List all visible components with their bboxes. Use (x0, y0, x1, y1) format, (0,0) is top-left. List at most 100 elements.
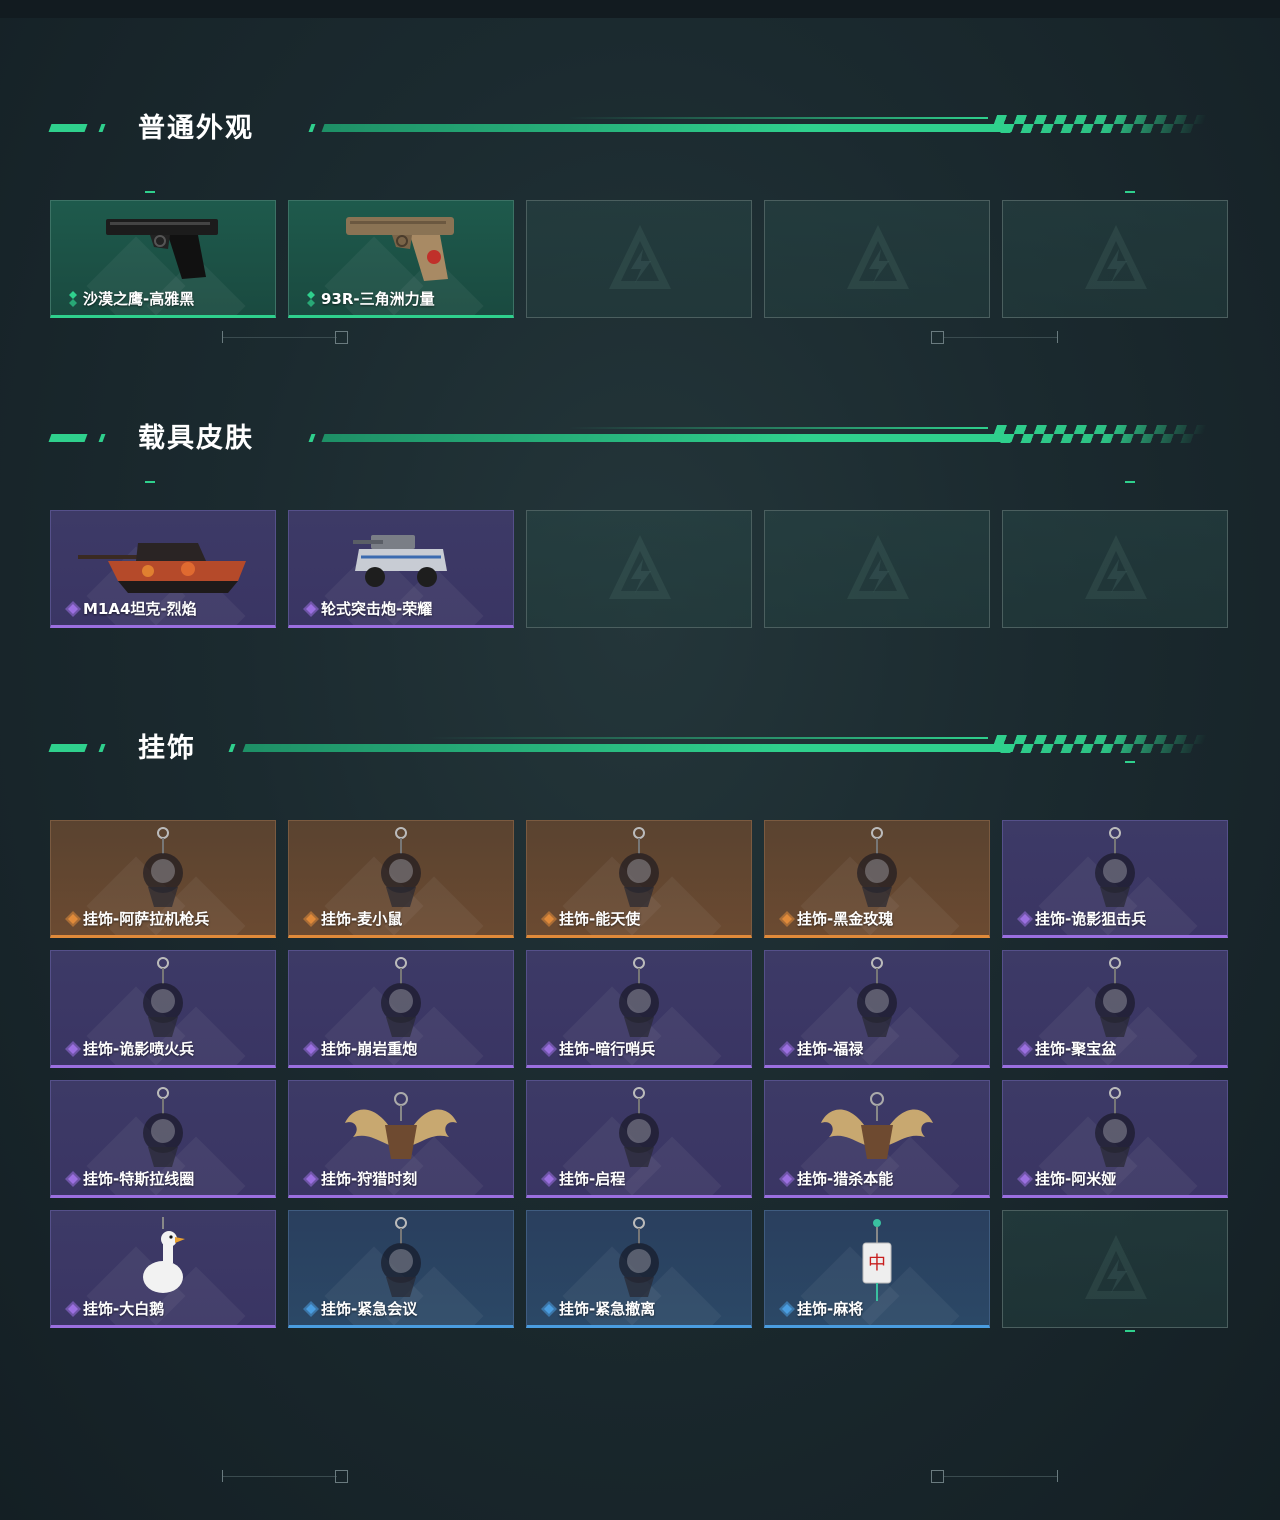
rarity-purple-icon (1017, 911, 1033, 927)
charm-icon (381, 957, 421, 1037)
pistol-icon (346, 217, 454, 281)
rarity-purple-icon (303, 601, 319, 617)
item-label: 挂饰-狩猎时刻 (321, 1170, 418, 1188)
item-label: 轮式突击炮-荣耀 (321, 600, 433, 618)
item-card[interactable]: 挂饰-紧急撤离 (526, 1210, 752, 1328)
deco-line (222, 337, 337, 338)
svg-text:中: 中 (868, 1253, 886, 1274)
deco-dash (145, 191, 155, 193)
item-card[interactable]: 挂饰-诡影狙击兵 (1002, 820, 1228, 938)
item-card[interactable]: 挂饰-狩猎时刻 (288, 1080, 514, 1198)
charm-icon (143, 1087, 183, 1167)
empty-slot[interactable] (1002, 1210, 1228, 1328)
item-label: 挂饰-紧急撤离 (559, 1300, 656, 1318)
item-card[interactable]: 沙漠之鹰-高雅黑 (50, 200, 276, 318)
empty-slot[interactable] (1002, 200, 1228, 318)
charm-icon (143, 957, 183, 1037)
section-title: 载具皮肤 (138, 423, 254, 454)
item-card[interactable]: 挂饰-黑金玫瑰 (764, 820, 990, 938)
item-card[interactable]: 93R-三角洲力量 (288, 200, 514, 318)
rarity-green-icon (69, 291, 77, 307)
deco-dash (1125, 481, 1135, 483)
item-card[interactable]: 挂饰-麦小鼠 (288, 820, 514, 938)
deco-square (931, 1470, 944, 1483)
delta-logo-icon (609, 225, 671, 289)
header-thin-line (568, 117, 988, 119)
item-card[interactable]: 中挂饰-麻将 (764, 1210, 990, 1328)
deco-square (335, 1470, 348, 1483)
item-label: 挂饰-阿米娅 (1035, 1170, 1117, 1188)
rarity-blue-icon (779, 1301, 795, 1317)
delta-logo-icon (1085, 535, 1147, 599)
charm-icon (619, 1217, 659, 1297)
header-checker (988, 735, 1208, 757)
delta-logo-icon (847, 225, 909, 289)
header-line (321, 434, 1015, 442)
item-label: 93R-三角洲力量 (321, 290, 435, 308)
item-card[interactable]: 挂饰-阿米娅 (1002, 1080, 1228, 1198)
item-card[interactable]: 挂饰-大白鹅 (50, 1210, 276, 1328)
item-card[interactable]: 挂饰-猎杀本能 (764, 1080, 990, 1198)
charm-icon (619, 827, 659, 907)
top-bar (0, 0, 1280, 18)
delta-logo-icon (1085, 1235, 1147, 1299)
empty-slot[interactable] (764, 200, 990, 318)
deco-dash (1125, 1330, 1135, 1332)
empty-slot[interactable] (764, 510, 990, 628)
empty-slot[interactable] (1002, 510, 1228, 628)
empty-slot[interactable] (526, 200, 752, 318)
rarity-orange-icon (779, 911, 795, 927)
item-card[interactable]: 挂饰-崩岩重炮 (288, 950, 514, 1068)
deco-line (222, 1476, 337, 1477)
header-accent-bar (98, 744, 106, 752)
deco-dash (145, 481, 155, 483)
section-header-1: 普通外观 (48, 112, 1208, 146)
item-card[interactable]: 挂饰-福禄 (764, 950, 990, 1068)
rarity-purple-icon (1017, 1041, 1033, 1057)
header-accent-bar (308, 434, 316, 442)
delta-logo-icon (609, 535, 671, 599)
item-label: 挂饰-能天使 (559, 910, 641, 928)
item-card[interactable]: 挂饰-紧急会议 (288, 1210, 514, 1328)
rarity-purple-icon (303, 1171, 319, 1187)
rarity-purple-icon (779, 1041, 795, 1057)
item-card[interactable]: 轮式突击炮-荣耀 (288, 510, 514, 628)
deco-tick (222, 331, 223, 343)
header-line (321, 124, 1015, 132)
item-label: 挂饰-诡影狙击兵 (1035, 910, 1147, 928)
header-accent-bar (308, 124, 316, 132)
item-card[interactable]: 挂饰-能天使 (526, 820, 752, 938)
charm-icon (619, 1087, 659, 1167)
item-label: 挂饰-聚宝盆 (1035, 1040, 1117, 1058)
rarity-orange-icon (303, 911, 319, 927)
rarity-purple-icon (541, 1041, 557, 1057)
charm-icon (619, 957, 659, 1037)
charm-icon (381, 1217, 421, 1297)
header-line (242, 744, 1016, 752)
item-label: 挂饰-阿萨拉机枪兵 (83, 910, 210, 928)
item-label: 挂饰-特斯拉线圈 (83, 1170, 195, 1188)
rarity-blue-icon (303, 1301, 319, 1317)
antler-charm-icon (821, 1092, 933, 1159)
charm-icon (1095, 957, 1135, 1037)
item-label: 挂饰-大白鹅 (83, 1300, 165, 1318)
empty-slot[interactable] (526, 510, 752, 628)
item-card[interactable]: 挂饰-聚宝盆 (1002, 950, 1228, 1068)
item-card[interactable]: 挂饰-诡影喷火兵 (50, 950, 276, 1068)
header-accent-bar (98, 124, 106, 132)
header-checker (988, 425, 1208, 447)
pistol-icon (106, 219, 218, 279)
item-card[interactable]: 挂饰-阿萨拉机枪兵 (50, 820, 276, 938)
item-label: 挂饰-紧急会议 (321, 1300, 418, 1318)
item-card[interactable]: 挂饰-启程 (526, 1080, 752, 1198)
item-card[interactable]: 挂饰-暗行哨兵 (526, 950, 752, 1068)
item-card[interactable]: M1A4坦克-烈焰 (50, 510, 276, 628)
item-label: 挂饰-麦小鼠 (321, 910, 403, 928)
item-card[interactable]: 挂饰-特斯拉线圈 (50, 1080, 276, 1198)
deco-tick (222, 1470, 223, 1482)
section-title: 挂饰 (138, 733, 196, 764)
item-label: 挂饰-诡影喷火兵 (83, 1040, 195, 1058)
charm-icon (1095, 1087, 1135, 1167)
deco-square (335, 331, 348, 344)
rarity-purple-icon (779, 1171, 795, 1187)
